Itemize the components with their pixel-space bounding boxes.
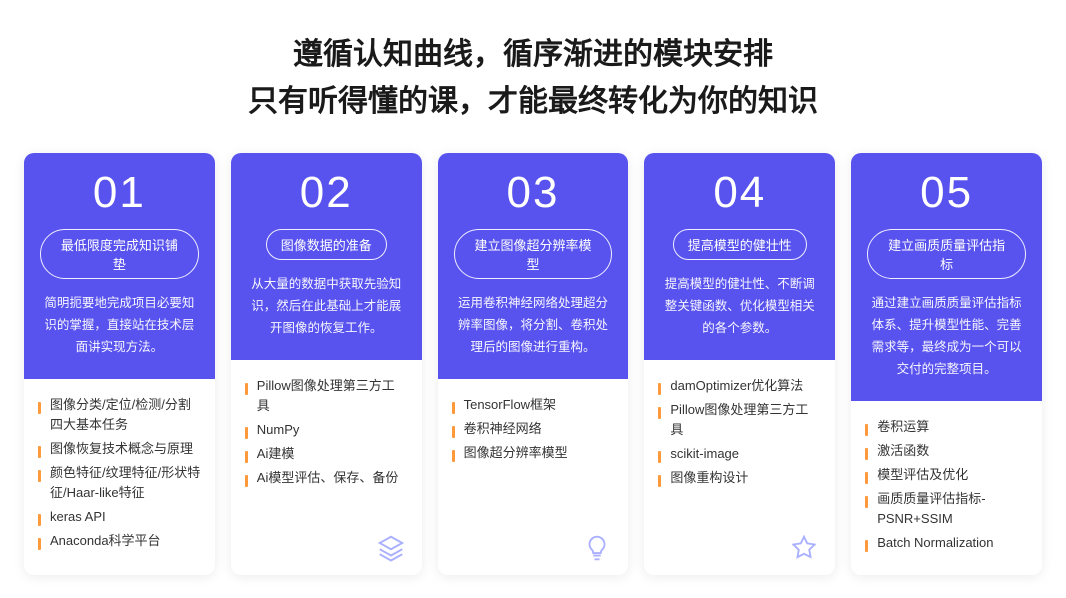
list-item: TensorFlow框架 [452,395,615,415]
card-body: 图像分类/定位/检测/分割四大基本任务图像恢复技术概念与原理颜色特征/纹理特征/… [24,379,215,576]
card-item-list: TensorFlow框架卷积神经网络图像超分辨率模型 [452,395,615,463]
list-item: 激活函数 [865,441,1028,461]
star-icon [789,533,819,563]
list-item: keras API [38,507,201,527]
list-item: 图像重构设计 [658,468,821,488]
list-item: 卷积运算 [865,417,1028,437]
list-item: scikit-image [658,444,821,464]
card-body: Pillow图像处理第三方工具 NumPy Ai建模 Ai模型评估、保存、备份 [231,360,422,576]
bulb-icon [582,533,612,563]
card-item-list: damOptimizer优化算法 Pillow图像处理第三方工具 scikit-im… [658,376,821,489]
card-body: damOptimizer优化算法 Pillow图像处理第三方工具 scikit-im… [644,360,835,576]
card-badge: 最低限度完成知识铺垫 [40,229,199,279]
module-card: 05 建立画质质量评估指标通过建立画质质量评估指标体系、提升模型性能、完善需求等，… [851,153,1042,575]
list-item: Ai建模 [245,444,408,464]
list-item: 图像恢复技术概念与原理 [38,439,201,459]
card-header: 02 图像数据的准备从大量的数据中获取先验知识，然后在此基础上才能展开图像的恢复工… [231,153,422,360]
hero-heading: 遵循认知曲线，循序渐进的模块安排 只有听得懂的课，才能最终转化为你的知识 [0,0,1066,153]
card-badge: 建立画质质量评估指标 [867,229,1026,279]
card-item-list: Pillow图像处理第三方工具 NumPy Ai建模 Ai模型评估、保存、备份 [245,376,408,489]
list-item: 卷积神经网络 [452,419,615,439]
card-description: 运用卷积神经网络处理超分辨率图像，将分割、卷积处理后的图像进行重构。 [454,293,613,359]
list-item: 模型评估及优化 [865,465,1028,485]
card-body: TensorFlow框架卷积神经网络图像超分辨率模型 [438,379,629,576]
card-header: 03 建立图像超分辨率模型运用卷积神经网络处理超分辨率图像，将分割、卷积处理后的图… [438,153,629,379]
list-item: Anaconda科学平台 [38,531,201,551]
card-body: 卷积运算激活函数模型评估及优化画质质量评估指标-PSNR+SSIM Batch N… [851,401,1042,576]
card-header: 01 最低限度完成知识铺垫简明扼要地完成项目必要知识的掌握，直接站在技术层面讲实现… [24,153,215,379]
card-description: 从大量的数据中获取先验知识，然后在此基础上才能展开图像的恢复工作。 [247,274,406,340]
list-item: Pillow图像处理第三方工具 [245,376,408,416]
card-number: 04 [660,171,819,215]
list-item: Ai模型评估、保存、备份 [245,468,408,488]
list-item: Pillow图像处理第三方工具 [658,400,821,440]
card-number: 02 [247,171,406,215]
card-badge: 图像数据的准备 [266,229,387,260]
list-item: 图像超分辨率模型 [452,443,615,463]
card-number: 03 [454,171,613,215]
module-card: 01 最低限度完成知识铺垫简明扼要地完成项目必要知识的掌握，直接站在技术层面讲实现… [24,153,215,575]
card-description: 提高模型的健壮性、不断调整关键函数、优化模型相关的各个参数。 [660,274,819,340]
module-card: 03 建立图像超分辨率模型运用卷积神经网络处理超分辨率图像，将分割、卷积处理后的图… [438,153,629,575]
card-number: 05 [867,171,1026,215]
card-item-list: 图像分类/定位/检测/分割四大基本任务图像恢复技术概念与原理颜色特征/纹理特征/… [38,395,201,552]
card-description: 通过建立画质质量评估指标体系、提升模型性能、完善需求等，最终成为一个可以交付的完… [867,293,1026,381]
list-item: NumPy [245,420,408,440]
cards-row: 01 最低限度完成知识铺垫简明扼要地完成项目必要知识的掌握，直接站在技术层面讲实现… [0,153,1066,575]
hero-line1: 遵循认知曲线，循序渐进的模块安排 [0,32,1066,79]
card-number: 01 [40,171,199,215]
card-item-list: 卷积运算激活函数模型评估及优化画质质量评估指标-PSNR+SSIM Batch N… [865,417,1028,554]
card-header: 04 提高模型的健壮性提高模型的健壮性、不断调整关键函数、优化模型相关的各个参数。 [644,153,835,360]
module-card: 04 提高模型的健壮性提高模型的健壮性、不断调整关键函数、优化模型相关的各个参数。… [644,153,835,575]
hero-line2: 只有听得懂的课，才能最终转化为你的知识 [0,79,1066,126]
card-header: 05 建立画质质量评估指标通过建立画质质量评估指标体系、提升模型性能、完善需求等，… [851,153,1042,401]
list-item: damOptimizer优化算法 [658,376,821,396]
list-item: 图像分类/定位/检测/分割四大基本任务 [38,395,201,435]
module-card: 02 图像数据的准备从大量的数据中获取先验知识，然后在此基础上才能展开图像的恢复工… [231,153,422,575]
list-item: 画质质量评估指标-PSNR+SSIM [865,489,1028,529]
card-badge: 提高模型的健壮性 [673,229,807,260]
list-item: Batch Normalization [865,533,1028,553]
layers-icon [376,533,406,563]
list-item: 颜色特征/纹理特征/形状特征/Haar-like特征 [38,463,201,503]
card-badge: 建立图像超分辨率模型 [454,229,613,279]
card-description: 简明扼要地完成项目必要知识的掌握，直接站在技术层面讲实现方法。 [40,293,199,359]
